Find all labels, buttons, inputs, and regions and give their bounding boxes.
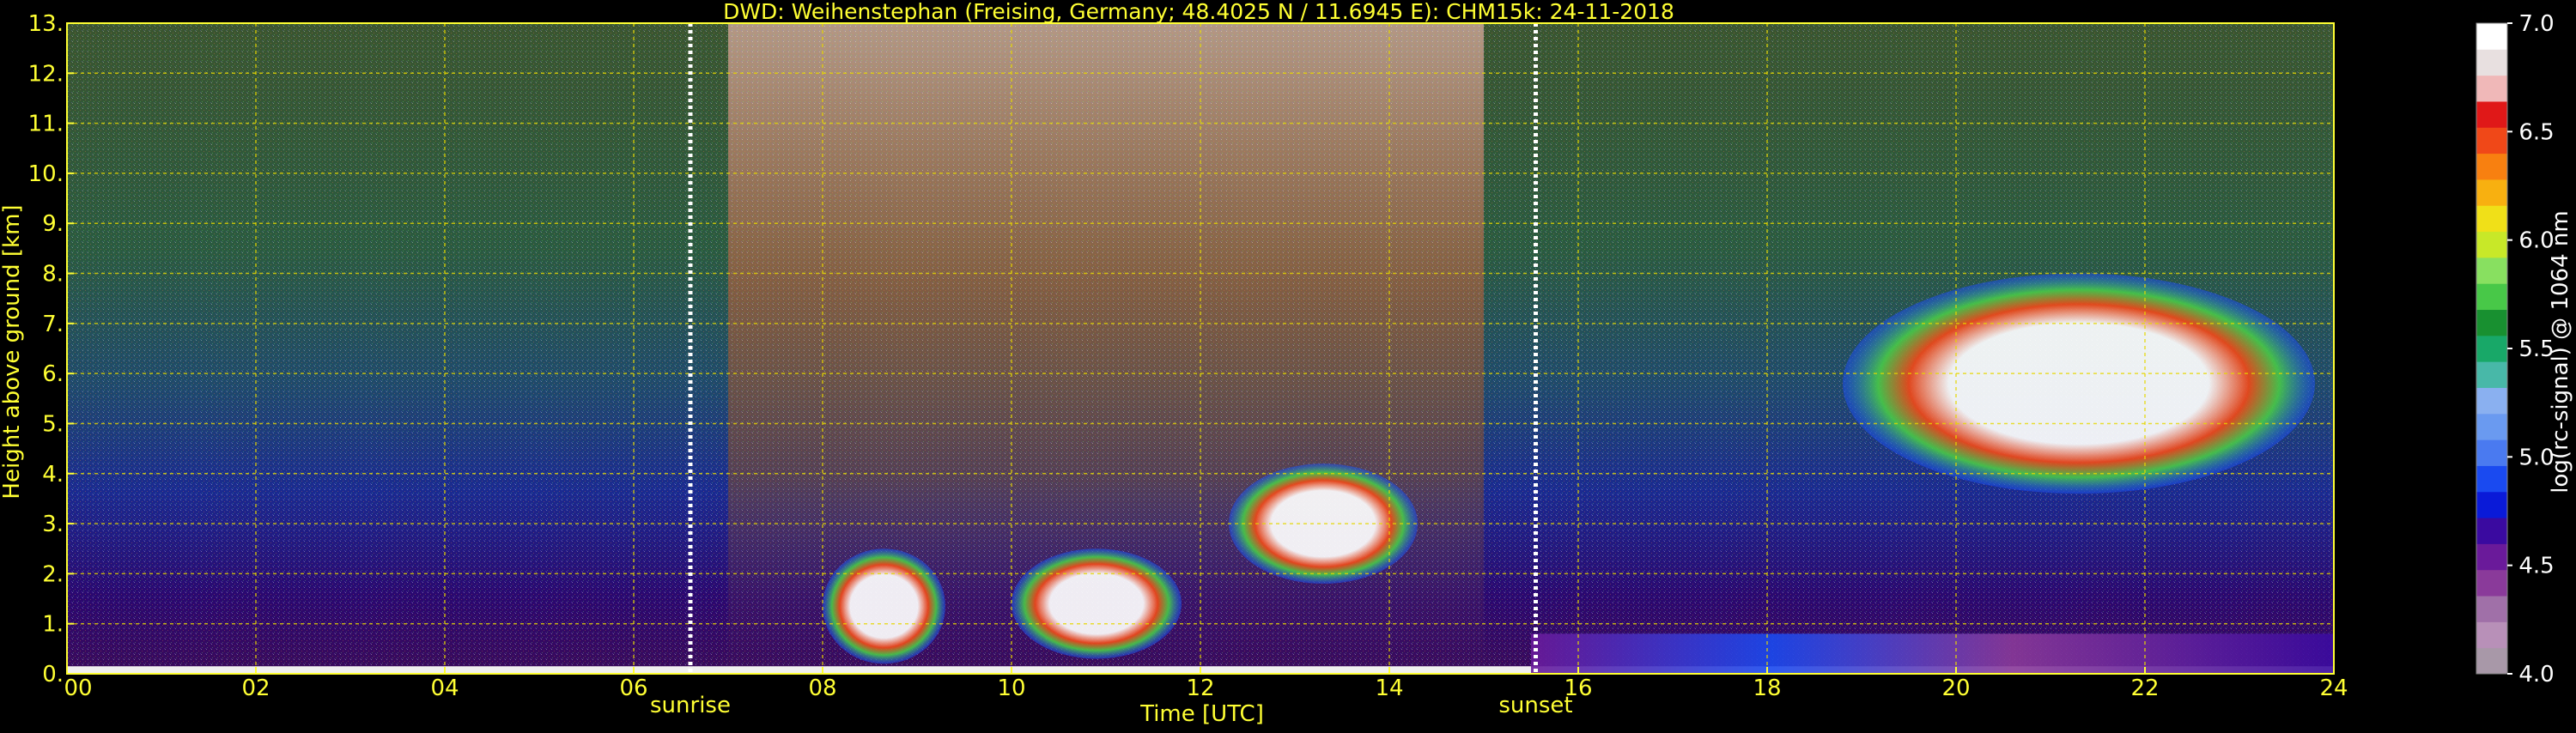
colorbar-segment-13 (2476, 309, 2507, 336)
x-tick-label-5: 10 (997, 675, 1025, 701)
colorbar-segment-7 (2476, 465, 2507, 493)
x-tick-label-10: 20 (1941, 675, 1970, 701)
colorbar-segment-2 (2476, 596, 2507, 622)
colorbar-segment-23 (2476, 49, 2507, 76)
x-tick-label-4: 08 (808, 675, 836, 701)
colorbar-tick-label-1: 4.5 (2518, 554, 2554, 579)
colorbar-segment-20 (2476, 127, 2507, 154)
y-tick-label-9: 9. (42, 211, 64, 237)
colorbar-segment-3 (2476, 569, 2507, 597)
signal-region-mid-cloud-4 (1843, 273, 2315, 494)
y-tick-label-6: 6. (42, 361, 64, 387)
x-tick-label-11: 22 (2130, 675, 2159, 701)
colorbar-tick-label-5: 6.5 (2518, 119, 2554, 145)
colorbar-label: log(rc-signal) @ 1064 nm (2548, 210, 2573, 493)
colorbar-segment-15 (2476, 257, 2507, 284)
signal-region-low-cloud-1 (823, 548, 945, 664)
y-tick-label-5: 5. (42, 411, 64, 437)
colorbar-segment-11 (2476, 361, 2507, 388)
colorbar-segment-17 (2476, 205, 2507, 233)
sunrise-label: sunrise (650, 693, 731, 718)
x-tick-label-8: 16 (1564, 675, 1592, 701)
y-tick-label-13: 13. (28, 11, 64, 37)
colorbar-segment-10 (2476, 387, 2507, 415)
chart-canvas: sunrise sunset 00 02 04 06 08 10 12 14 16 18 20 22 24… (0, 0, 2573, 727)
x-tick-label-7: 14 (1375, 675, 1403, 701)
x-tick-label-2: 04 (430, 675, 459, 701)
chart-title: DWD: Weihenstephan (Freising, Germany; 4… (723, 0, 1674, 24)
colorbar-segment-0 (2476, 647, 2507, 675)
colorbar-segment-8 (2476, 439, 2507, 466)
y-axis-label: Height above ground [km] (0, 204, 25, 499)
colorbar-segment-14 (2476, 283, 2507, 311)
colorbar-segment-19 (2476, 153, 2507, 180)
colorbar-segment-4 (2476, 543, 2507, 571)
ceilometer-chart: sunrise sunset 00 02 04 06 08 10 12 14 16 18 20 22 24… (0, 0, 2576, 730)
y-tick-label-4: 4. (42, 462, 64, 488)
signal-region-low-cloud-2 (1012, 548, 1182, 659)
colorbar-segment-22 (2476, 75, 2507, 102)
y-tick-label-10: 10. (28, 161, 64, 187)
colorbar-segment-18 (2476, 179, 2507, 206)
x-tick-label-6: 12 (1186, 675, 1214, 701)
colorbar-segment-5 (2476, 518, 2507, 544)
y-tick-label-1: 1. (42, 612, 64, 638)
colorbar-segment-12 (2476, 335, 2507, 362)
colorbar-tick-label-0: 4.0 (2518, 662, 2554, 688)
y-tick-label-3: 3. (42, 512, 64, 537)
colorbar-segment-6 (2476, 491, 2507, 518)
signal-region-boundary-layer (1531, 633, 2334, 674)
y-tick-label-7: 7. (42, 312, 64, 337)
y-tick-label-0: 0. (42, 662, 64, 688)
y-tick-label-12: 12. (28, 61, 64, 87)
sunset-label: sunset (1498, 693, 1572, 718)
x-tick-label-3: 06 (619, 675, 647, 701)
x-tick-label-9: 18 (1753, 675, 1781, 701)
x-tick-label-12: 24 (2319, 675, 2348, 701)
colorbar-segment-9 (2476, 413, 2507, 440)
x-tick-label-0: 00 (64, 675, 92, 701)
x-axis-label: Time [UTC] (1139, 701, 1264, 727)
y-tick-label-2: 2. (42, 561, 64, 587)
y-tick-label-11: 11. (28, 112, 64, 137)
colorbar-segment-16 (2476, 231, 2507, 258)
colorbar-segment-1 (2476, 621, 2507, 649)
y-tick-label-8: 8. (42, 262, 64, 288)
colorbar-tick-label-6: 7.0 (2518, 11, 2554, 37)
colorbar-segment-24 (2476, 23, 2507, 50)
colorbar-segment-21 (2476, 100, 2507, 128)
x-tick-label-1: 02 (241, 675, 270, 701)
